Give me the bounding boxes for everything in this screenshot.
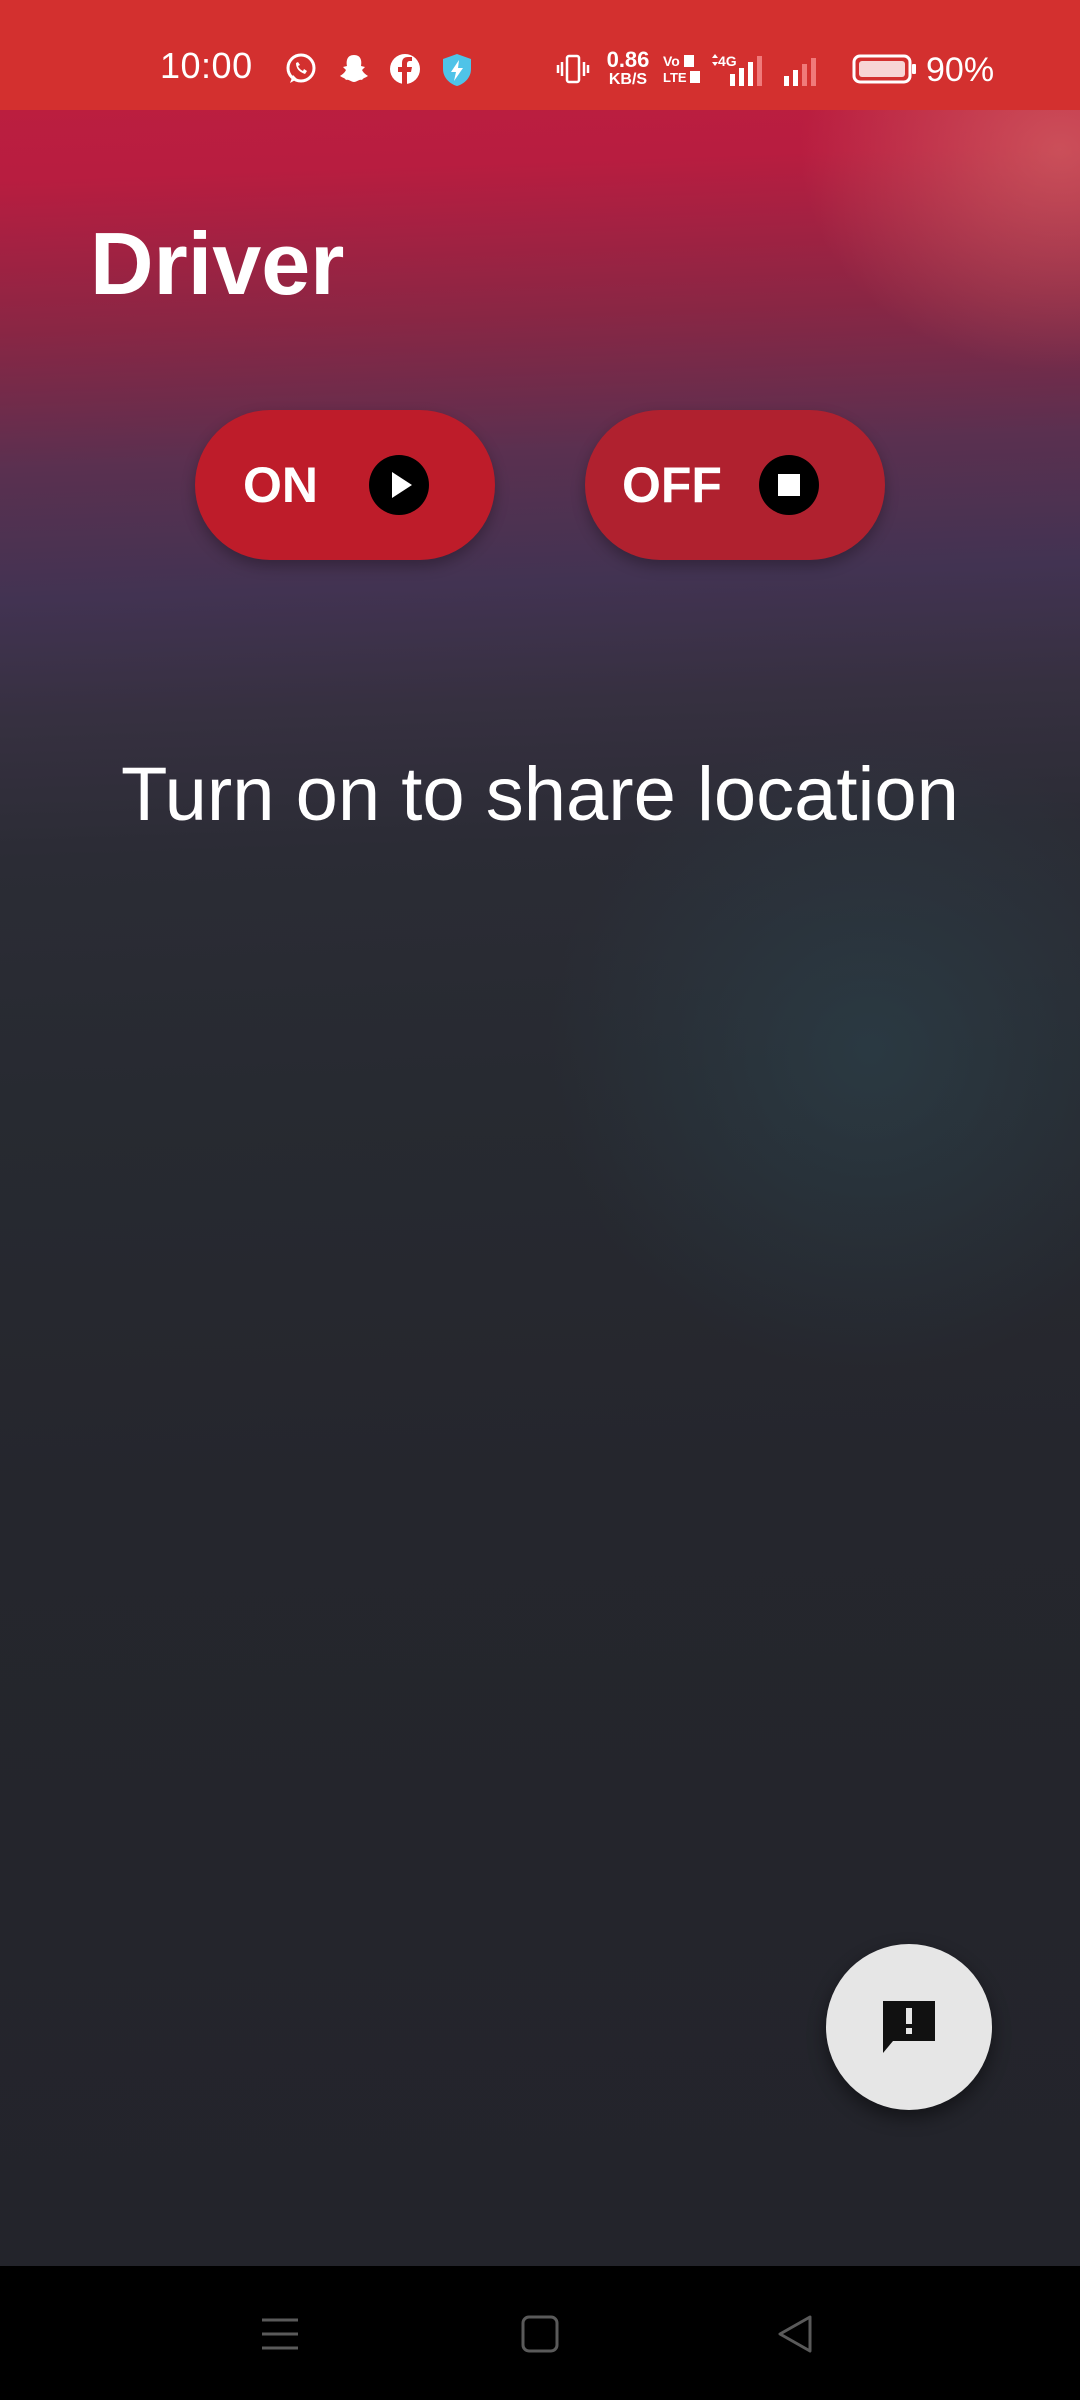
on-button-label: ON — [243, 457, 318, 513]
battery-icon — [852, 52, 918, 86]
feedback-button[interactable] — [826, 1944, 992, 2110]
off-button[interactable]: OFF — [585, 410, 885, 560]
stop-icon — [759, 455, 819, 515]
facebook-icon — [388, 52, 422, 86]
feedback-icon — [883, 2001, 935, 2053]
app-screen: 10:00 0.86 KB/S Vo LTE 4G 90% Driver ON … — [0, 0, 1080, 2400]
network-speed-value: 0.86 — [606, 47, 650, 72]
back-icon[interactable] — [770, 2308, 822, 2360]
signal-icon — [782, 52, 832, 86]
status-time: 10:00 — [160, 45, 253, 86]
network-speed-unit: KB/S — [608, 71, 648, 88]
volte-icon: Vo LTE — [662, 52, 702, 86]
status-message: Turn on to share location — [121, 752, 959, 837]
svg-text:Vo: Vo — [663, 53, 680, 69]
shield-bolt-icon — [440, 52, 474, 86]
home-icon[interactable] — [514, 2308, 566, 2360]
network-speed: 0.86 KB/S — [600, 47, 656, 90]
navigation-bar — [0, 2266, 1080, 2400]
page-title: Driver — [90, 214, 345, 313]
svg-text:4G: 4G — [718, 53, 737, 69]
status-bar: 10:00 0.86 KB/S Vo LTE 4G 90% — [0, 0, 1080, 110]
svg-text:LTE: LTE — [663, 70, 687, 85]
signal-4g-icon: 4G — [710, 52, 770, 86]
battery-percent: 90% — [926, 51, 995, 89]
whatsapp-icon — [284, 52, 318, 86]
off-button-label: OFF — [622, 457, 722, 513]
menu-icon[interactable] — [254, 2308, 306, 2360]
play-icon — [369, 455, 429, 515]
vibrate-icon — [556, 52, 590, 86]
on-button[interactable]: ON — [195, 410, 495, 560]
snapchat-icon — [337, 52, 371, 86]
